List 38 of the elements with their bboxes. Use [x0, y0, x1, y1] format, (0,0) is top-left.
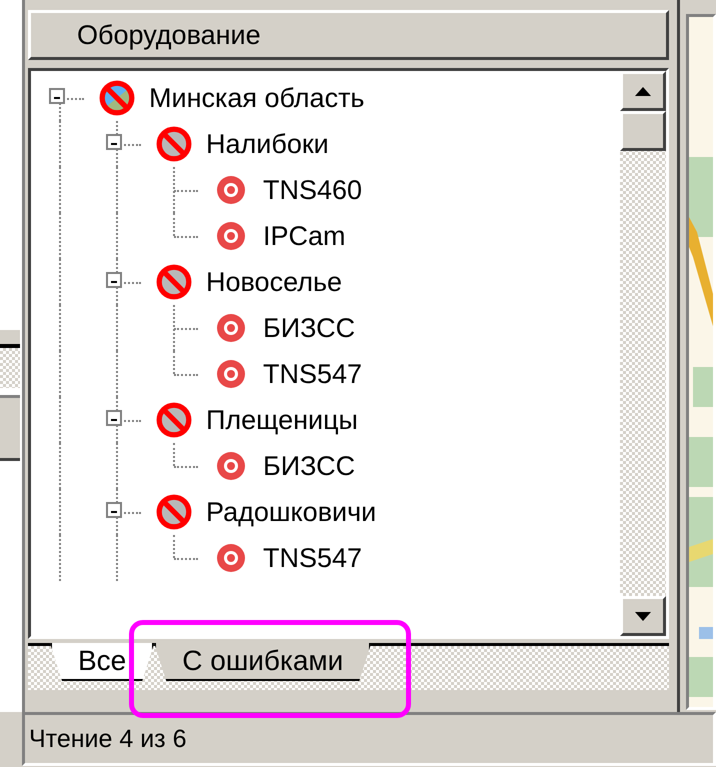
up-arrow-icon [635, 86, 651, 96]
scrollbar[interactable] [620, 71, 666, 636]
tree-item[interactable]: БИЗСС [263, 312, 356, 344]
prohibited-disk-icon [154, 263, 192, 301]
tree-item[interactable]: Новоселье [206, 266, 342, 298]
ring-dot-icon [216, 221, 246, 251]
tree-item[interactable]: TNS460 [263, 174, 362, 206]
tab[interactable]: Все [50, 643, 154, 681]
ring-dot-icon [216, 359, 246, 389]
tree-item[interactable]: Плещеницы [206, 404, 358, 436]
tree-item[interactable]: TNS547 [263, 542, 362, 574]
tree-item[interactable]: Радошковичи [206, 496, 376, 528]
prohibited-disk-icon [154, 401, 192, 439]
ring-dot-icon [216, 313, 246, 343]
scroll-up-button[interactable] [620, 71, 666, 111]
down-arrow-icon [635, 612, 651, 620]
ring-dot-icon [216, 451, 246, 481]
collapse-toggle[interactable] [106, 134, 122, 150]
collapse-toggle[interactable] [106, 410, 122, 426]
collapse-toggle[interactable] [49, 88, 65, 104]
collapse-toggle[interactable] [106, 502, 122, 518]
tree-item[interactable]: БИЗСС [263, 450, 356, 482]
tree-item[interactable]: Минская область [149, 82, 364, 114]
prohibited-disk-icon [154, 493, 192, 531]
ring-dot-icon [216, 175, 246, 205]
scroll-thumb[interactable] [620, 111, 666, 151]
tab[interactable]: С ошибками [154, 643, 372, 681]
tree-item[interactable]: TNS547 [263, 358, 362, 390]
scroll-down-button[interactable] [620, 596, 666, 636]
tree-item[interactable]: Налибоки [206, 128, 329, 160]
tree-item[interactable]: IPCam [263, 220, 346, 252]
status-bar: Чтение 4 из 6 [22, 712, 716, 766]
panel-edge [0, 395, 20, 461]
collapse-toggle[interactable] [106, 272, 122, 288]
ring-dot-icon [216, 543, 246, 573]
panel-header: Оборудование [28, 10, 669, 60]
prohibited-globe-icon [98, 79, 136, 117]
prohibited-disk-icon [154, 125, 192, 163]
